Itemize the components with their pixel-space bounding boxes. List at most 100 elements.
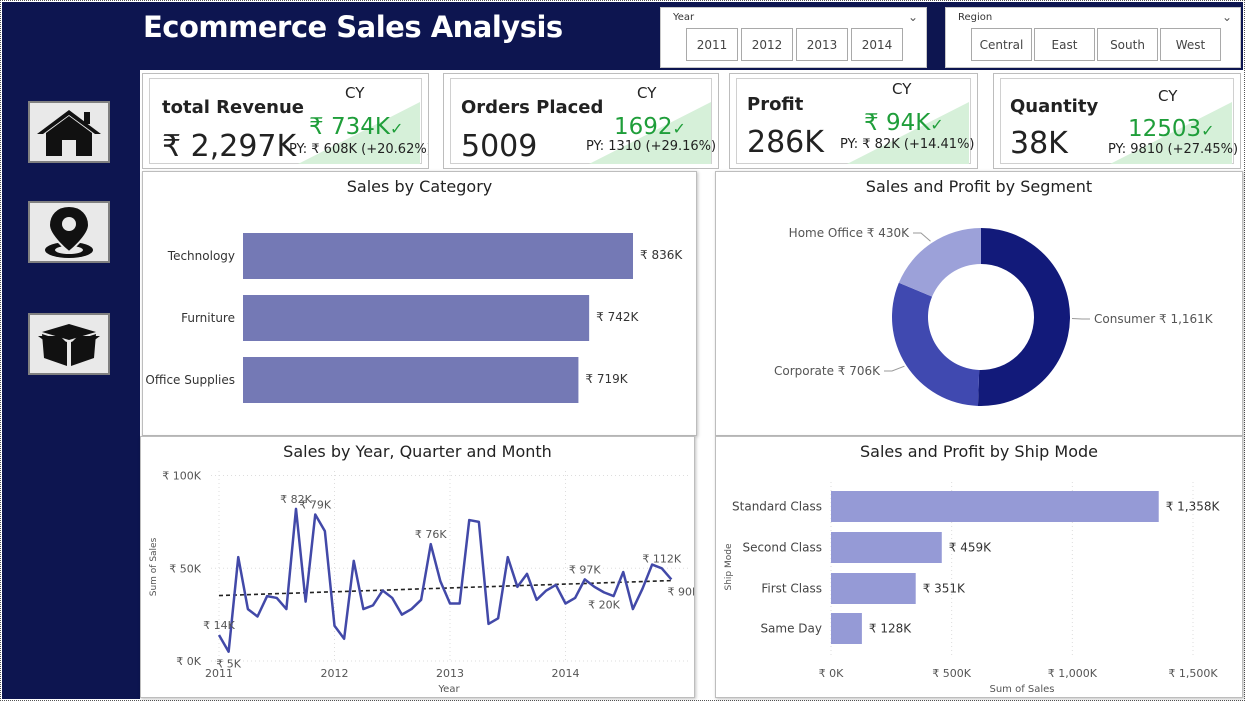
x-tick-label: ₹ 1,500K bbox=[1168, 667, 1218, 680]
kpi-cy-label: CY bbox=[1158, 87, 1178, 105]
kpi-current: ₹ 94K✓ bbox=[864, 110, 944, 136]
year-option-2012[interactable]: 2012 bbox=[741, 28, 793, 61]
kpi-name: total Revenue bbox=[162, 97, 305, 118]
year-slicer-label: Year bbox=[673, 12, 695, 23]
shipmode-bar bbox=[831, 613, 862, 644]
donut-slice bbox=[977, 228, 1071, 406]
page-title: Ecommerce Sales Analysis bbox=[143, 10, 563, 44]
kpi-name: Quantity bbox=[1010, 96, 1099, 117]
kpi-card-profit: Profit 286K CY ₹ 94K✓ PY: ₹ 82K (+14.41%… bbox=[729, 73, 978, 169]
x-tick-label: ₹ 1,000K bbox=[1048, 667, 1098, 680]
donut-slice bbox=[898, 227, 981, 297]
sales-trend-card: Sales by Year, Quarter and Month ₹ 0K ₹ 5… bbox=[140, 436, 695, 698]
category-label: Technology bbox=[167, 249, 235, 263]
y-tick-label: ₹ 50K bbox=[169, 562, 201, 575]
x-tick-label: ₹ 500K bbox=[932, 667, 971, 680]
kpi-card-revenue: total Revenue ₹ 2,297K CY ₹ 734K✓ PY: ₹ … bbox=[142, 73, 429, 169]
kpi-card-quantity: Quantity 38K CY 12503✓ PY: 9810 (+27.45%… bbox=[993, 73, 1241, 169]
data-label: ₹ 836K bbox=[640, 248, 683, 262]
x-tick-label: ₹ 0K bbox=[819, 667, 844, 680]
segment-label: Home Office ₹ 430K bbox=[789, 226, 910, 240]
year-option-2014[interactable]: 2014 bbox=[851, 28, 903, 61]
region-slicer[interactable]: Region ⌄ Central East South West bbox=[945, 7, 1241, 68]
kpi-name: Profit bbox=[747, 94, 804, 115]
category-bar bbox=[243, 357, 579, 403]
data-label: ₹ 90K bbox=[668, 585, 694, 598]
kpi-value: 5009 bbox=[461, 129, 538, 164]
category-bar bbox=[243, 233, 633, 279]
region-option-west[interactable]: West bbox=[1160, 28, 1221, 61]
kpi-cy-label: CY bbox=[345, 84, 365, 102]
kpi-name: Orders Placed bbox=[461, 97, 604, 118]
sales-trend-chart: ₹ 0K₹ 50K₹ 100K2011 2012 2013 2014YearSum o… bbox=[149, 470, 694, 695]
shipmode-label: Standard Class bbox=[732, 500, 822, 514]
sales-by-shipmode-chart: ₹ 0K ₹ 500K ₹ 1,000K ₹ 1,500K Standard Class… bbox=[724, 482, 1221, 695]
region-slicer-label: Region bbox=[958, 12, 993, 23]
sales-by-segment-card: Sales and Profit by Segment Consumer ₹ 1… bbox=[715, 171, 1243, 436]
kpi-value: 38K bbox=[1010, 126, 1068, 161]
sales-by-category-chart: Technology ₹ 836K Furniture ₹ 742K Office Su… bbox=[145, 233, 683, 403]
x-tick-label: 2012 bbox=[321, 667, 349, 680]
shipmode-label: Second Class bbox=[742, 541, 822, 555]
region-option-east[interactable]: East bbox=[1034, 28, 1095, 61]
donut-slice bbox=[892, 282, 980, 406]
shipmode-label: Same Day bbox=[760, 622, 822, 636]
kpi-card-orders: Orders Placed 5009 CY 1692✓ PY: 1310 (+2… bbox=[443, 73, 719, 169]
category-label: Furniture bbox=[181, 311, 235, 325]
data-label: ₹ 112K bbox=[642, 552, 681, 565]
y-axis-title: Sum of Sales bbox=[149, 537, 159, 596]
y-axis-title: Ship Mode bbox=[724, 543, 734, 590]
shipmode-bar bbox=[831, 573, 916, 604]
shipmode-bar bbox=[831, 532, 942, 563]
data-label: ₹ 719K bbox=[585, 372, 628, 386]
region-option-central[interactable]: Central bbox=[971, 28, 1032, 61]
x-tick-label: 2013 bbox=[436, 667, 464, 680]
data-label: ₹ 1,358K bbox=[1166, 500, 1221, 514]
kpi-current: 1692✓ bbox=[614, 114, 686, 140]
nav-product-button[interactable] bbox=[28, 313, 110, 375]
data-label: ₹ 76K bbox=[415, 528, 447, 541]
data-label: ₹ 128K bbox=[869, 622, 912, 636]
sales-by-category-card: Sales by Category Technology ₹ 836K Furnit… bbox=[142, 171, 697, 436]
x-axis-title: Sum of Sales bbox=[989, 684, 1054, 695]
sales-by-shipmode-card: Sales and Profit by Ship Mode ₹ 0K ₹ 500K… bbox=[715, 436, 1243, 698]
nav-home-button[interactable] bbox=[28, 101, 110, 163]
category-label: Office Supplies bbox=[145, 373, 235, 387]
kpi-prior-year: PY: 9810 (+27.45%) bbox=[1108, 142, 1239, 157]
y-tick-label: ₹ 0K bbox=[176, 655, 201, 668]
chevron-down-icon[interactable]: ⌄ bbox=[908, 10, 918, 24]
data-label: ₹ 79K bbox=[299, 498, 331, 511]
data-label: ₹ 14K bbox=[203, 619, 235, 632]
kpi-cy-label: CY bbox=[892, 80, 912, 98]
leader-line bbox=[913, 232, 931, 242]
data-label: ₹ 20K bbox=[588, 598, 620, 611]
x-axis-title: Year bbox=[437, 684, 460, 695]
nav-map-button[interactable] bbox=[28, 201, 110, 263]
region-option-south[interactable]: South bbox=[1097, 28, 1158, 61]
year-option-2011[interactable]: 2011 bbox=[686, 28, 738, 61]
leader-line bbox=[884, 365, 905, 372]
kpi-prior-year: PY: ₹ 82K (+14.41%) bbox=[840, 137, 975, 152]
kpi-current: 12503✓ bbox=[1128, 116, 1215, 142]
shipmode-bar bbox=[831, 491, 1159, 522]
chevron-down-icon[interactable]: ⌄ bbox=[1222, 10, 1232, 24]
data-label: ₹ 742K bbox=[596, 310, 639, 324]
kpi-prior-year: PY: 1310 (+29.16%) bbox=[586, 139, 717, 154]
data-label: ₹ 5K bbox=[216, 658, 241, 671]
kpi-prior-year: PY: ₹ 608K (+20.62%) bbox=[289, 142, 429, 157]
kpi-value: 286K bbox=[747, 125, 824, 160]
x-tick-label: 2014 bbox=[552, 667, 580, 680]
y-tick-label: ₹ 100K bbox=[162, 470, 201, 483]
kpi-value: ₹ 2,297K bbox=[162, 129, 297, 164]
year-slicer[interactable]: Year ⌄ 2011 2012 2013 2014 bbox=[660, 7, 927, 68]
data-label: ₹ 351K bbox=[923, 582, 966, 596]
shipmode-label: First Class bbox=[761, 582, 822, 596]
segment-label: Consumer ₹ 1,161K bbox=[1094, 312, 1214, 326]
map-pin-icon bbox=[45, 204, 93, 258]
segment-label: Corporate ₹ 706K bbox=[774, 364, 881, 378]
home-icon bbox=[37, 110, 101, 156]
year-option-2013[interactable]: 2013 bbox=[796, 28, 848, 61]
product-box-icon bbox=[38, 324, 100, 366]
kpi-cy-label: CY bbox=[637, 84, 657, 102]
kpi-current: ₹ 734K✓ bbox=[309, 114, 404, 140]
